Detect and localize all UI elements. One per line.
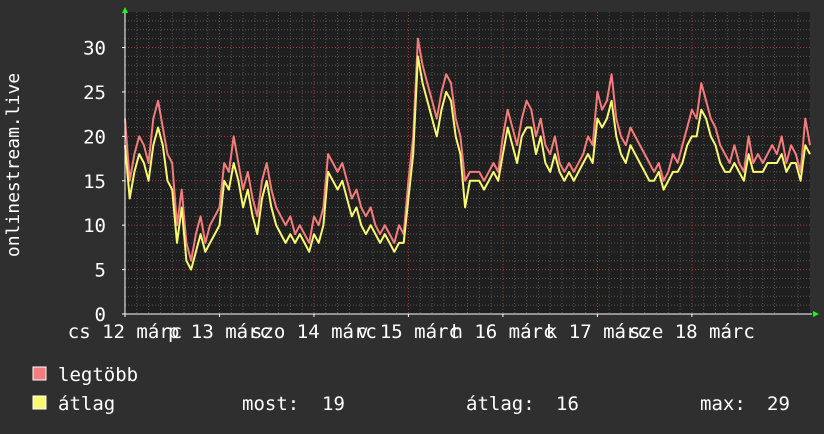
y-tick-label: 10 xyxy=(83,215,106,237)
stat-now-label: most: xyxy=(242,393,299,415)
y-tick-label: 20 xyxy=(83,126,106,148)
stat-now-value: 19 xyxy=(322,393,345,415)
legend-swatch-legtobb xyxy=(32,366,47,381)
chart: 0 5 10 15 20 25 30 cs 12 márc p 13 márc szo 14 m… xyxy=(0,0,824,430)
stat-avg-value: 16 xyxy=(556,393,579,415)
y-axis-label: onlinestream.live xyxy=(3,73,24,257)
x-tick-label: v 15 márc xyxy=(357,321,460,343)
legend-label-atlag: átlag xyxy=(58,393,115,415)
x-tick-label: cs 12 márc xyxy=(68,321,182,343)
legend-label-legtobb: legtöbb xyxy=(58,364,138,386)
stat-max-value: 29 xyxy=(767,393,790,415)
stat-avg-label: átlag: xyxy=(466,393,535,415)
x-tick-label: h 16 márc xyxy=(451,321,554,343)
y-tick-label: 30 xyxy=(83,38,106,60)
chart-svg: 051015202530 cs 12 márcp 13 márcszo 14 m… xyxy=(0,0,824,430)
stat-max-label: max: xyxy=(700,393,746,415)
legend-swatch-atlag xyxy=(32,395,47,410)
x-tick-label: sze 18 márc xyxy=(629,321,755,343)
y-tick-label: 25 xyxy=(83,82,106,104)
y-tick-label: 5 xyxy=(95,260,106,282)
y-tick-label: 15 xyxy=(83,171,106,193)
